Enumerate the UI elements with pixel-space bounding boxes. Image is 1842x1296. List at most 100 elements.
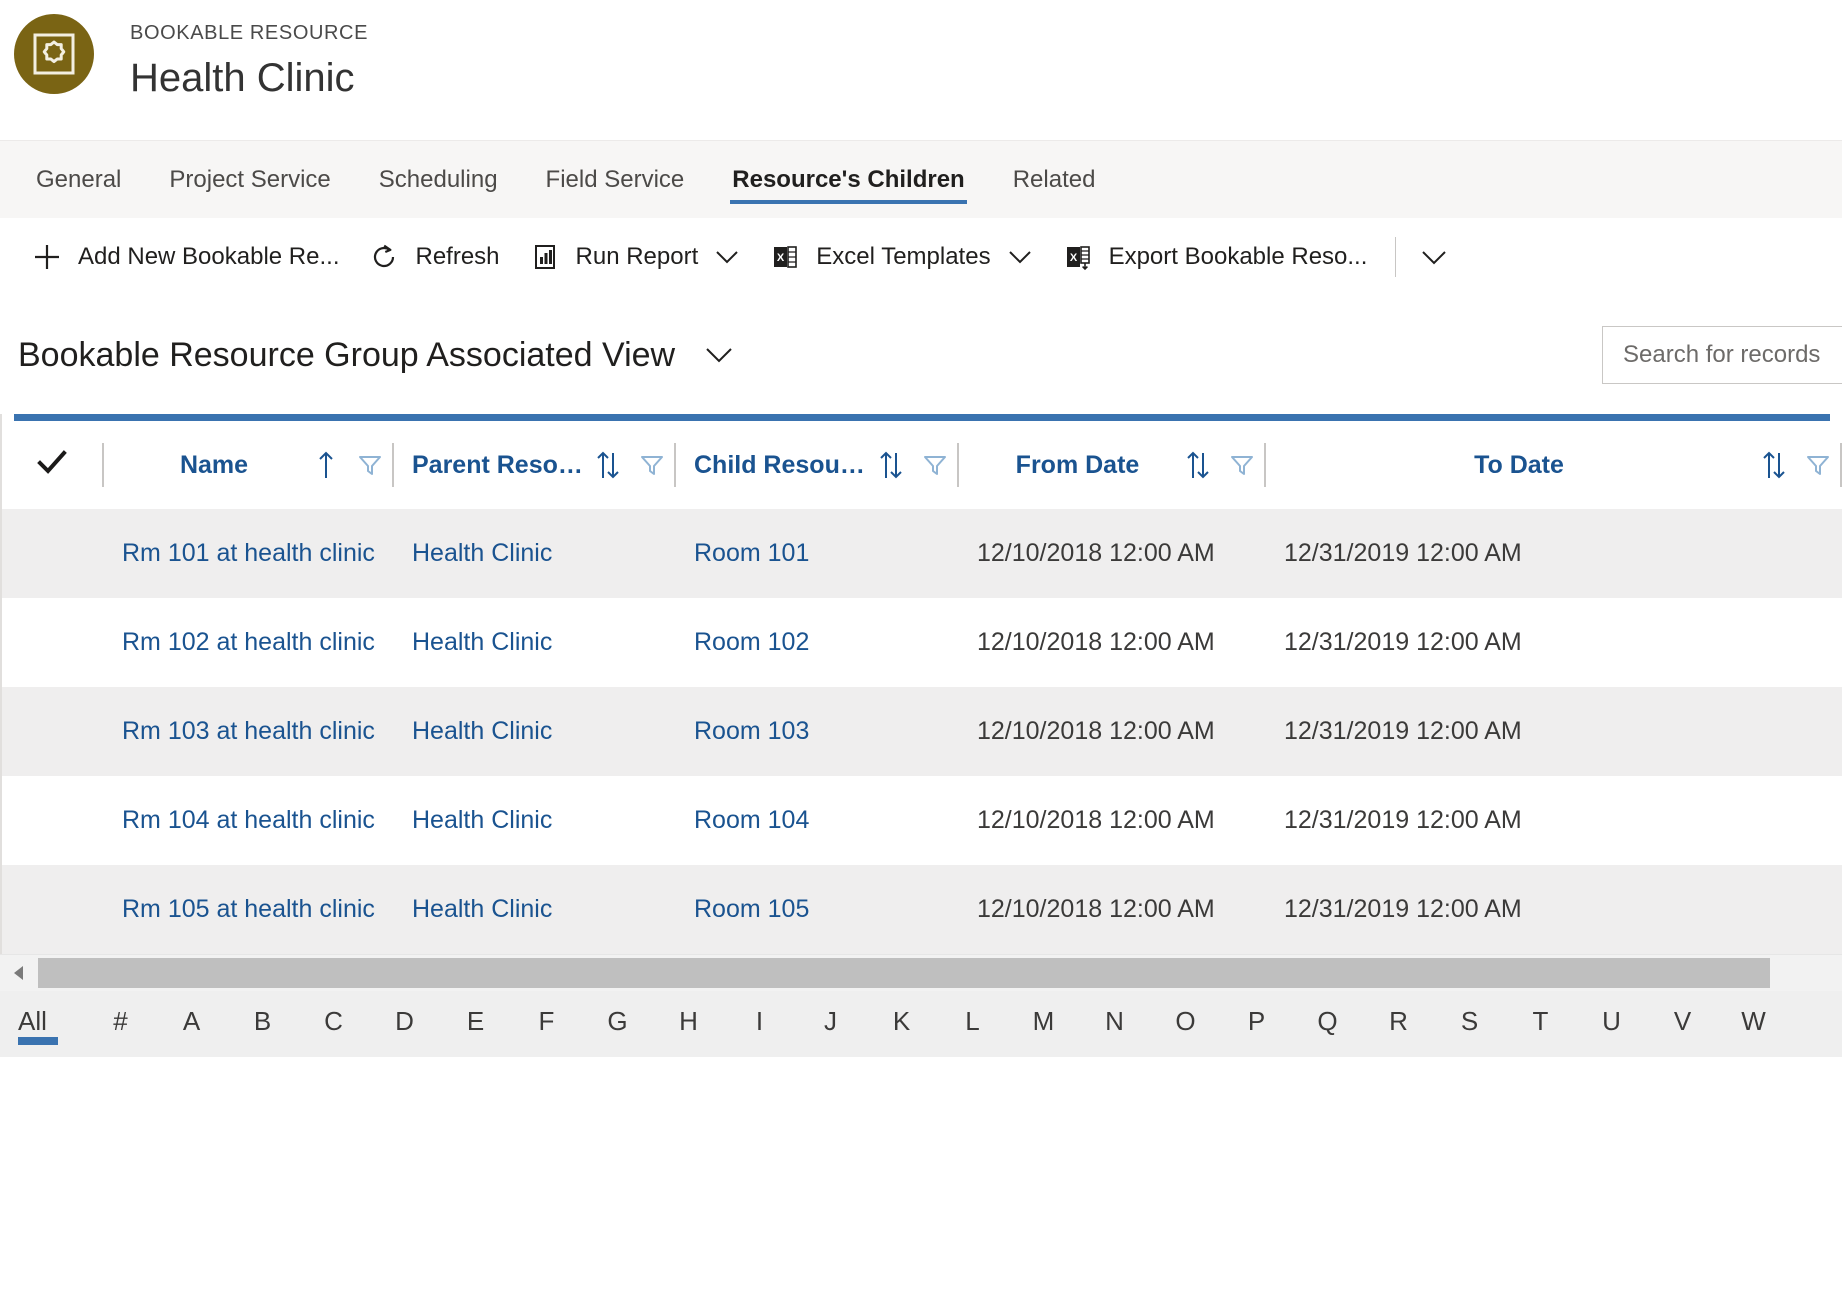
export-bookable-resources-button[interactable]: X Export Bookable Reso... (1047, 218, 1382, 295)
run-report-button[interactable]: Run Report (514, 218, 755, 295)
horizontal-scrollbar[interactable] (0, 954, 1842, 991)
cell-name[interactable]: Rm 104 at health clinic (104, 776, 394, 865)
select-all-column[interactable] (0, 421, 104, 509)
cell-child-resource[interactable]: Room 101 (676, 509, 959, 598)
column-header-child-resource[interactable]: Child Resource (676, 421, 959, 509)
alpha-filter-p[interactable]: P (1226, 1006, 1287, 1043)
cell-text[interactable]: Rm 105 at health clinic (104, 865, 394, 954)
alpha-filter-m[interactable]: M (1013, 1006, 1074, 1043)
view-title[interactable]: Bookable Resource Group Associated View (18, 336, 675, 375)
column-header-from-date[interactable]: From Date (959, 421, 1266, 509)
table-row[interactable]: Rm 102 at health clinic Health Clinic Ro… (0, 598, 1842, 687)
row-select-cell[interactable] (0, 509, 104, 598)
alpha-filter-f[interactable]: F (516, 1006, 577, 1043)
sort-ascending-icon[interactable] (306, 448, 346, 482)
alpha-filter-v[interactable]: V (1652, 1006, 1713, 1043)
alpha-filter-g[interactable]: G (587, 1006, 648, 1043)
table-row[interactable]: Rm 104 at health clinic Health Clinic Ro… (0, 776, 1842, 865)
cell-text[interactable]: Health Clinic (394, 687, 676, 776)
scrollbar-track[interactable] (38, 955, 1842, 991)
cell-text[interactable]: Rm 103 at health clinic (104, 687, 394, 776)
cell-name[interactable]: Rm 102 at health clinic (104, 598, 394, 687)
scrollbar-thumb[interactable] (38, 958, 1770, 988)
cell-text[interactable]: Room 103 (676, 687, 959, 776)
cell-parent-resource[interactable]: Health Clinic (394, 865, 676, 954)
alpha-filter-q[interactable]: Q (1297, 1006, 1358, 1043)
cell-text[interactable]: Health Clinic (394, 776, 676, 865)
checkmark-icon[interactable] (35, 446, 69, 485)
cell-text[interactable]: Room 104 (676, 776, 959, 865)
alpha-filter-u[interactable]: U (1581, 1006, 1642, 1043)
tab-project-service[interactable]: Project Service (145, 141, 354, 218)
alpha-filter-all[interactable]: All (18, 1006, 70, 1045)
filter-icon[interactable] (1218, 452, 1266, 478)
cell-text[interactable]: Rm 101 at health clinic (104, 509, 394, 598)
cell-parent-resource[interactable]: Health Clinic (394, 598, 676, 687)
search-box[interactable] (1602, 326, 1842, 384)
cell-name[interactable]: Rm 103 at health clinic (104, 687, 394, 776)
alpha-filter-e[interactable]: E (445, 1006, 506, 1043)
cell-child-resource[interactable]: Room 102 (676, 598, 959, 687)
alpha-filter-t[interactable]: T (1510, 1006, 1571, 1043)
alpha-filter-o[interactable]: O (1155, 1006, 1216, 1043)
cell-name[interactable]: Rm 101 at health clinic (104, 509, 394, 598)
tab-resources-children[interactable]: Resource's Children (708, 141, 988, 218)
table-row[interactable]: Rm 101 at health clinic Health Clinic Ro… (0, 509, 1842, 598)
filter-icon[interactable] (911, 452, 959, 478)
alpha-filter-a[interactable]: A (161, 1006, 222, 1043)
chevron-down-icon[interactable] (714, 248, 740, 266)
cell-parent-resource[interactable]: Health Clinic (394, 687, 676, 776)
alpha-filter-l[interactable]: L (942, 1006, 1003, 1043)
cell-text[interactable]: Room 105 (676, 865, 959, 954)
cell-text[interactable]: Rm 104 at health clinic (104, 776, 394, 865)
search-input[interactable] (1603, 327, 1842, 383)
sort-toggle-icon[interactable] (1754, 448, 1794, 482)
sort-toggle-icon[interactable] (1178, 448, 1218, 482)
filter-icon[interactable] (1794, 452, 1842, 478)
cell-text[interactable]: Health Clinic (394, 509, 676, 598)
table-row[interactable]: Rm 105 at health clinic Health Clinic Ro… (0, 865, 1842, 954)
cell-child-resource[interactable]: Room 103 (676, 687, 959, 776)
alpha-filter-hash[interactable]: # (90, 1006, 151, 1043)
alpha-filter-s[interactable]: S (1439, 1006, 1500, 1043)
alpha-filter-w[interactable]: W (1723, 1006, 1784, 1043)
column-header-name[interactable]: Name (104, 421, 394, 509)
alpha-filter-r[interactable]: R (1368, 1006, 1429, 1043)
alpha-filter-k[interactable]: K (871, 1006, 932, 1043)
cell-text[interactable]: Rm 102 at health clinic (104, 598, 394, 687)
cell-text[interactable]: Room 101 (676, 509, 959, 598)
alpha-filter-j[interactable]: J (800, 1006, 861, 1043)
tab-field-service[interactable]: Field Service (522, 141, 709, 218)
column-header-parent-resource[interactable]: Parent Resour... (394, 421, 676, 509)
alpha-filter-n[interactable]: N (1084, 1006, 1145, 1043)
tab-general[interactable]: General (12, 141, 145, 218)
table-row[interactable]: Rm 103 at health clinic Health Clinic Ro… (0, 687, 1842, 776)
cell-parent-resource[interactable]: Health Clinic (394, 776, 676, 865)
alpha-filter-i[interactable]: I (729, 1006, 790, 1043)
sort-toggle-icon[interactable] (588, 448, 628, 482)
alpha-filter-b[interactable]: B (232, 1006, 293, 1043)
row-select-cell[interactable] (0, 598, 104, 687)
alpha-filter-c[interactable]: C (303, 1006, 364, 1043)
cell-text[interactable]: Health Clinic (394, 865, 676, 954)
tab-scheduling[interactable]: Scheduling (355, 141, 522, 218)
filter-icon[interactable] (346, 452, 394, 478)
row-select-cell[interactable] (0, 776, 104, 865)
tab-related[interactable]: Related (989, 141, 1120, 218)
cell-text[interactable]: Health Clinic (394, 598, 676, 687)
refresh-button[interactable]: Refresh (353, 218, 513, 295)
alpha-filter-h[interactable]: H (658, 1006, 719, 1043)
cell-child-resource[interactable]: Room 104 (676, 776, 959, 865)
scroll-left-arrow-icon[interactable] (0, 955, 38, 991)
row-select-cell[interactable] (0, 865, 104, 954)
command-bar-overflow-button[interactable] (1410, 218, 1458, 295)
excel-templates-button[interactable]: X Excel Templates (754, 218, 1046, 295)
cell-text[interactable]: Room 102 (676, 598, 959, 687)
cell-child-resource[interactable]: Room 105 (676, 865, 959, 954)
chevron-down-icon[interactable] (703, 344, 735, 366)
filter-icon[interactable] (628, 452, 676, 478)
cell-parent-resource[interactable]: Health Clinic (394, 509, 676, 598)
column-header-to-date[interactable]: To Date (1266, 421, 1842, 509)
sort-toggle-icon[interactable] (871, 448, 911, 482)
cell-name[interactable]: Rm 105 at health clinic (104, 865, 394, 954)
